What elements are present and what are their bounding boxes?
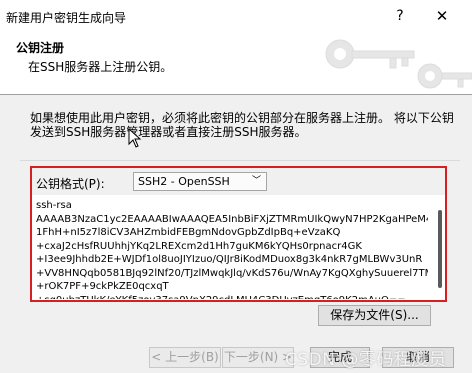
divider [20, 160, 460, 161]
back-button[interactable]: < 上一步(B) [149, 347, 221, 368]
keys-illustration-icon [325, 39, 472, 89]
chevron-down-icon: ﹀ [251, 176, 261, 186]
description-text: 如果想使用此用户密钥，必须将此密钥的公钥部分在服务器上注册。 将以下公钥发送到S… [30, 111, 454, 139]
finish-button[interactable]: 完成 [310, 347, 370, 368]
public-key-textarea[interactable]: ssh-rsa AAAAB3NzaC1yc2EAAAABIwAAAQEA5Inb… [32, 195, 445, 300]
public-key-text: ssh-rsa AAAAB3NzaC1yc2EAAAABIwAAAQEA5Inb… [36, 200, 428, 299]
key-format-value: SSH2 - OpenSSH [138, 175, 230, 188]
mouse-cursor-icon [128, 128, 142, 148]
save-to-file-button[interactable]: 保存为文件(S)... [318, 305, 431, 326]
page-subtitle: 在SSH服务器上注册公钥。 [28, 60, 173, 74]
key-format-select[interactable]: SSH2 - OpenSSH ﹀ [133, 172, 267, 191]
cancel-button[interactable]: 取消 [382, 347, 454, 368]
page-title: 公钥注册 [16, 41, 65, 55]
scrollbar[interactable] [438, 210, 442, 288]
wizard-dialog: 新建用户密钥生成向导 ? ✕ 公钥注册 在SSH服务器上注册公钥。 如果想使用此… [0, 0, 472, 373]
key-format-label: 公钥格式(P): [36, 177, 105, 191]
title-bar: 新建用户密钥生成向导 ? ✕ [0, 0, 472, 32]
help-icon[interactable]: ? [388, 5, 412, 27]
next-button[interactable]: 下一步(N) > [222, 347, 294, 368]
window-title: 新建用户密钥生成向导 [6, 11, 127, 25]
close-icon[interactable]: ✕ [430, 5, 454, 27]
wizard-header: 公钥注册 在SSH服务器上注册公钥。 [0, 32, 472, 95]
